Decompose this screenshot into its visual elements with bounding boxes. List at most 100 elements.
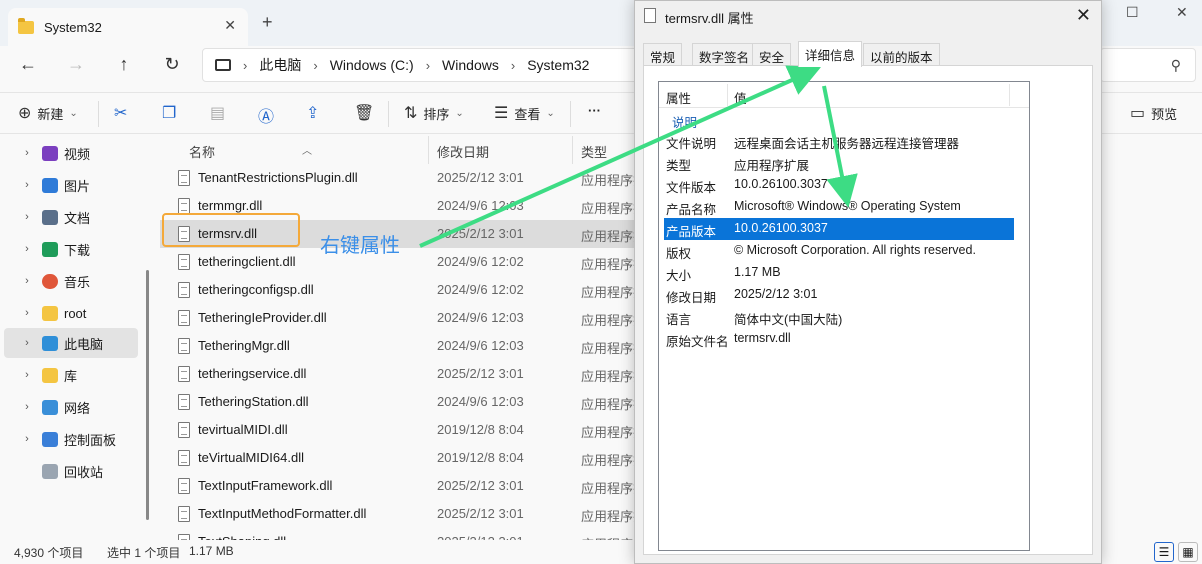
tab-security[interactable]: 安全 — [752, 43, 792, 65]
file-row[interactable]: TextInputFramework.dll 2025/2/12 3:01 应用程序… — [160, 472, 636, 500]
preview-button[interactable]: ▭ 预览 — [1130, 103, 1177, 123]
dll-file-icon — [178, 394, 190, 410]
chevron-right-icon[interactable]: › — [18, 337, 36, 349]
share-icon[interactable]: ⇪ — [306, 103, 319, 123]
sidebar-item-label: 下载 — [64, 242, 91, 258]
breadcrumb-item[interactable]: System32 — [527, 57, 589, 73]
column-type[interactable]: 类型 — [581, 142, 607, 161]
tab-close-button[interactable]: ✕ — [224, 17, 236, 34]
file-row[interactable]: TextInputMethodFormatter.dll 2025/2/12 3:… — [160, 500, 636, 528]
property-row[interactable]: 产品名称 Microsoft® Windows® Operating System — [659, 196, 1029, 218]
address-bar[interactable]: › 此电脑 › Windows (C:) › Windows › System3… — [202, 48, 642, 82]
sidebar-item-downloads[interactable]: › 下载 — [4, 234, 138, 264]
cut-icon[interactable]: ✂ — [114, 103, 127, 123]
property-value: 10.0.26100.3037 — [734, 221, 828, 235]
file-list-header: ︿ 名称 修改日期 类型 — [156, 136, 636, 164]
column-date[interactable]: 修改日期 — [437, 142, 489, 161]
sidebar-item-documents[interactable]: › 文档 — [4, 202, 138, 232]
file-row[interactable]: TetheringMgr.dll 2024/9/6 12:03 应用程序扩展 — [160, 332, 636, 360]
rename-icon[interactable]: Ⓐ — [258, 103, 274, 127]
downloads-icon — [42, 241, 58, 257]
file-row[interactable]: tetheringconfigsp.dll 2024/9/6 12:02 应用程序扩… — [160, 276, 636, 304]
file-name: TetheringIeProvider.dll — [198, 310, 327, 325]
file-row[interactable]: TetheringStation.dll 2024/9/6 12:03 应用程序扩展 — [160, 388, 636, 416]
back-icon[interactable]: ← — [17, 54, 39, 75]
sidebar-item-root[interactable]: › root — [4, 298, 138, 328]
refresh-icon[interactable]: ↻ — [161, 54, 183, 75]
chevron-right-icon[interactable]: › — [18, 433, 36, 445]
property-row[interactable]: 大小 1.17 MB — [659, 262, 1029, 284]
property-row[interactable]: 文件版本 10.0.26100.3037 — [659, 174, 1029, 196]
property-row[interactable]: 产品版本 10.0.26100.3037 — [664, 218, 1014, 240]
new-button[interactable]: ⊕ 新建 ⌄ — [18, 103, 78, 123]
up-icon[interactable]: ↑ — [113, 54, 135, 75]
copy-icon[interactable]: ❐ — [162, 103, 176, 123]
file-row[interactable]: tetheringservice.dll 2025/2/12 3:01 应用程序扩展 — [160, 360, 636, 388]
file-row[interactable]: tevirtualMIDI.dll 2019/12/8 8:04 应用程序扩展 — [160, 416, 636, 444]
tab-previous-versions[interactable]: 以前的版本 — [863, 43, 940, 65]
file-date: 2025/2/12 3:01 — [437, 170, 524, 185]
tiles-view-icon[interactable]: ▦ — [1178, 542, 1198, 562]
chevron-right-icon[interactable]: › — [18, 401, 36, 413]
file-row[interactable]: TetheringIeProvider.dll 2024/9/6 12:03 应用程… — [160, 304, 636, 332]
column-value[interactable]: 值 — [734, 88, 747, 107]
column-name[interactable]: 名称 — [189, 142, 215, 161]
sidebar-item-control-panel[interactable]: › 控制面板 — [4, 424, 138, 454]
sidebar-item-label: 控制面板 — [64, 432, 117, 448]
chevron-right-icon[interactable]: › — [18, 275, 36, 287]
file-name: TextInputMethodFormatter.dll — [198, 506, 367, 521]
file-name: TetheringMgr.dll — [198, 338, 290, 353]
file-date: 2025/2/12 3:01 — [437, 366, 524, 381]
search-input[interactable]: ⚲ — [1100, 48, 1196, 82]
sidebar-item-music[interactable]: › 音乐 — [4, 266, 138, 296]
close-icon[interactable]: ✕ — [1076, 5, 1091, 26]
tab-digital-signatures[interactable]: 数字签名 — [692, 43, 757, 65]
chevron-right-icon[interactable]: › — [18, 307, 36, 319]
property-key: 语言 — [666, 313, 692, 327]
breadcrumb-item[interactable]: 此电脑 — [259, 55, 301, 75]
file-row[interactable]: TenantRestrictionsPlugin.dll 2025/2/12 3:… — [160, 164, 636, 192]
chevron-right-icon[interactable]: › — [18, 243, 36, 255]
file-date: 2024/9/6 12:02 — [437, 254, 524, 269]
paste-icon[interactable]: ▤ — [210, 103, 225, 123]
sidebar-item-videos[interactable]: › 视频 — [4, 138, 138, 168]
file-row[interactable]: teVirtualMIDI64.dll 2019/12/8 8:04 应用程序扩展 — [160, 444, 636, 472]
file-type: 应用程序扩展 — [581, 229, 636, 244]
property-row[interactable]: 原始文件名 termsrv.dll — [659, 328, 1029, 350]
property-row[interactable]: 修改日期 2025/2/12 3:01 — [659, 284, 1029, 306]
sidebar-scrollbar[interactable] — [146, 270, 149, 520]
sidebar-item-libraries[interactable]: › 库 — [4, 360, 138, 390]
property-row[interactable]: 文件说明 远程桌面会话主机服务器远程连接管理器 — [659, 130, 1029, 152]
dll-file-icon — [178, 338, 190, 354]
sidebar-item-pictures[interactable]: › 图片 — [4, 170, 138, 200]
tab-system32[interactable]: System32 ✕ — [8, 8, 248, 46]
sidebar-item-recycle-bin[interactable]: ›回收站 — [4, 456, 138, 486]
property-row[interactable]: 版权 © Microsoft Corporation. All rights re… — [659, 240, 1029, 262]
property-row[interactable]: 语言 简体中文(中国大陆) — [659, 306, 1029, 328]
chevron-right-icon[interactable]: › — [18, 211, 36, 223]
chevron-right-icon[interactable]: › — [18, 147, 36, 159]
view-button[interactable]: ☰ 查看 ⌄ — [494, 103, 555, 123]
breadcrumb-item[interactable]: Windows (C:) — [330, 57, 414, 73]
sort-button[interactable]: ⇅ 排序 ⌄ — [404, 103, 464, 123]
new-label: 新建 — [37, 106, 64, 122]
sidebar-item-network[interactable]: › 网络 — [4, 392, 138, 422]
forward-icon[interactable]: → — [65, 54, 87, 75]
chevron-right-icon[interactable]: › — [18, 179, 36, 191]
maximize-icon[interactable]: ☐ — [1126, 4, 1139, 21]
property-row[interactable]: 类型 应用程序扩展 — [659, 152, 1029, 174]
column-property[interactable]: 属性 — [666, 88, 691, 107]
delete-icon[interactable]: 🗑 — [354, 103, 374, 123]
close-window-icon[interactable]: ✕ — [1176, 4, 1188, 21]
new-tab-button[interactable]: + — [262, 12, 273, 33]
property-list[interactable]: 属性 值 说明 文件说明 远程桌面会话主机服务器远程连接管理器 类型 应用程序扩展 文件… — [658, 81, 1030, 551]
property-key: 产品名称 — [666, 203, 717, 217]
sidebar-item-this-pc[interactable]: › 此电脑 — [4, 328, 138, 358]
chevron-right-icon[interactable]: › — [18, 369, 36, 381]
tab-details[interactable]: 详细信息 — [798, 41, 863, 67]
details-view-icon[interactable]: ☰ — [1154, 542, 1174, 562]
breadcrumb-item[interactable]: Windows — [442, 57, 499, 73]
tab-general[interactable]: 常规 — [643, 43, 683, 65]
property-key: 修改日期 — [666, 291, 717, 305]
more-options-button[interactable]: ··· — [588, 103, 601, 118]
